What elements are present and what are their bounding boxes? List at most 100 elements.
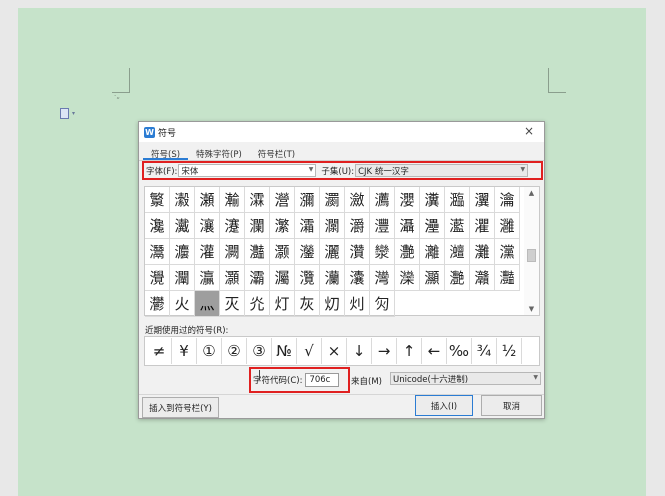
symbol-cell[interactable]: 灏: [270, 239, 295, 265]
symbol-cell[interactable]: 灛: [170, 265, 195, 291]
symbol-cell[interactable]: 灣: [370, 265, 395, 291]
symbol-cell[interactable]: 火: [170, 291, 195, 317]
symbol-cell[interactable]: 灑: [320, 239, 345, 265]
recent-symbol-cell[interactable]: ×: [322, 338, 347, 364]
symbol-cell[interactable]: 灧: [445, 265, 470, 291]
tab-special-chars[interactable]: 特殊字符(P): [188, 146, 250, 160]
symbol-cell[interactable]: 灯: [270, 291, 295, 317]
symbol-cell-selected[interactable]: 灬: [195, 291, 220, 317]
symbol-cell[interactable]: 灮: [245, 291, 270, 317]
symbol-cell[interactable]: 瀿: [270, 213, 295, 239]
symbol-cell[interactable]: 灰: [295, 291, 320, 317]
tab-symbol-bar[interactable]: 符号栏(T): [250, 146, 303, 160]
recent-symbol-cell[interactable]: ←: [422, 338, 447, 364]
symbol-cell[interactable]: 瀫: [170, 187, 195, 213]
recent-symbol-cell[interactable]: ②: [222, 338, 247, 364]
recent-symbol-cell[interactable]: ①: [197, 338, 222, 364]
symbol-cell[interactable]: 灨: [470, 265, 495, 291]
grid-scrollbar[interactable]: ▲ ▼: [524, 187, 539, 315]
symbol-cell[interactable]: 灕: [420, 239, 445, 265]
recent-symbol-cell[interactable]: √: [297, 338, 322, 364]
symbol-cell[interactable]: 灄: [395, 213, 420, 239]
insert-button[interactable]: 插入(I): [415, 395, 473, 416]
recent-symbol-cell[interactable]: ¾: [472, 338, 497, 364]
symbol-cell[interactable]: 灔: [395, 239, 420, 265]
symbol-cell[interactable]: 灙: [495, 239, 520, 265]
symbol-cell[interactable]: 瀷: [470, 187, 495, 213]
symbol-cell[interactable]: 灚: [145, 265, 170, 291]
font-select[interactable]: 宋体 ▼: [178, 164, 317, 177]
symbol-cell[interactable]: 瀾: [245, 213, 270, 239]
symbol-cell[interactable]: 灞: [245, 265, 270, 291]
symbol-cell[interactable]: 灤: [395, 265, 420, 291]
symbol-cell[interactable]: 灡: [320, 265, 345, 291]
scroll-down-icon[interactable]: ▼: [524, 305, 539, 313]
symbol-cell[interactable]: 瀴: [395, 187, 420, 213]
symbol-cell[interactable]: 瀬: [195, 187, 220, 213]
paste-options-widget[interactable]: ▾: [60, 108, 75, 119]
symbol-cell[interactable]: 瀲: [345, 187, 370, 213]
tab-symbols[interactable]: 符号(S): [143, 146, 189, 160]
recent-symbol-cell[interactable]: ↓: [347, 338, 372, 364]
symbol-cell[interactable]: 灆: [445, 213, 470, 239]
char-code-input[interactable]: 706c: [305, 373, 340, 387]
symbol-cell[interactable]: 瀭: [220, 187, 245, 213]
symbol-cell[interactable]: 灉: [495, 213, 520, 239]
symbol-cell[interactable]: 灊: [145, 239, 170, 265]
symbol-cell[interactable]: 灜: [195, 265, 220, 291]
symbol-cell[interactable]: 灅: [420, 213, 445, 239]
symbol-cell[interactable]: 瀺: [145, 213, 170, 239]
symbol-cell[interactable]: 瀪: [145, 187, 170, 213]
symbol-cell[interactable]: 瀼: [195, 213, 220, 239]
scroll-thumb[interactable]: [527, 249, 536, 262]
symbol-cell[interactable]: 灓: [370, 239, 395, 265]
scroll-up-icon[interactable]: ▲: [524, 189, 539, 197]
symbol-cell[interactable]: 灀: [295, 213, 320, 239]
symbol-cell[interactable]: 灌: [195, 239, 220, 265]
symbol-cell[interactable]: 瀱: [320, 187, 345, 213]
symbol-cell[interactable]: 灝: [220, 265, 245, 291]
dialog-titlebar[interactable]: W 符号 ×: [139, 122, 544, 142]
recent-symbol-cell[interactable]: ‰: [447, 338, 472, 364]
recent-symbol-cell[interactable]: ½: [497, 338, 522, 364]
symbol-cell[interactable]: 瀵: [420, 187, 445, 213]
symbol-cell[interactable]: 瀮: [245, 187, 270, 213]
symbol-cell[interactable]: 灭: [220, 291, 245, 317]
symbol-cell[interactable]: 灋: [170, 239, 195, 265]
symbol-cell[interactable]: 灢: [345, 265, 370, 291]
symbol-cell[interactable]: 灎: [245, 239, 270, 265]
symbol-cell[interactable]: 灐: [295, 239, 320, 265]
symbol-cell[interactable]: 灦: [420, 265, 445, 291]
symbol-cell[interactable]: 灘: [470, 239, 495, 265]
symbol-cell[interactable]: 灟: [270, 265, 295, 291]
recent-symbol-cell[interactable]: ¥: [172, 338, 197, 364]
recent-symbol-cell[interactable]: ↑: [397, 338, 422, 364]
symbol-cell[interactable]: 灠: [295, 265, 320, 291]
symbol-cell[interactable]: 瀶: [445, 187, 470, 213]
symbol-cell[interactable]: 灳: [370, 291, 395, 317]
symbol-cell[interactable]: 灪: [145, 291, 170, 317]
symbol-cell[interactable]: 瀹: [495, 187, 520, 213]
cancel-button[interactable]: 取消: [481, 395, 542, 416]
recent-symbol-cell[interactable]: →: [372, 338, 397, 364]
recent-symbol-cell[interactable]: ③: [247, 338, 272, 364]
symbol-cell[interactable]: 瀯: [270, 187, 295, 213]
symbol-cell[interactable]: 灲: [345, 291, 370, 317]
symbol-cell[interactable]: 灒: [345, 239, 370, 265]
insert-to-symbol-bar-button[interactable]: 插入到符号栏(Y): [142, 397, 219, 418]
symbol-cell[interactable]: 灃: [370, 213, 395, 239]
symbol-cell[interactable]: 灂: [345, 213, 370, 239]
symbol-cell[interactable]: 瀽: [220, 213, 245, 239]
symbol-cell[interactable]: 灁: [320, 213, 345, 239]
subset-select[interactable]: CJK 统一汉字 ▼: [355, 164, 529, 177]
recent-symbol-cell[interactable]: ≠: [147, 338, 172, 364]
symbol-cell[interactable]: 灩: [495, 265, 520, 291]
encoding-select[interactable]: Unicode(十六进制) ▼: [390, 372, 541, 385]
symbol-cell[interactable]: 灗: [445, 239, 470, 265]
close-icon[interactable]: ×: [522, 124, 536, 138]
symbol-cell[interactable]: 瀰: [295, 187, 320, 213]
symbol-cell[interactable]: 灈: [470, 213, 495, 239]
symbol-cell[interactable]: 瀻: [170, 213, 195, 239]
symbol-cell[interactable]: 瀳: [370, 187, 395, 213]
symbol-cell[interactable]: 灱: [320, 291, 345, 317]
